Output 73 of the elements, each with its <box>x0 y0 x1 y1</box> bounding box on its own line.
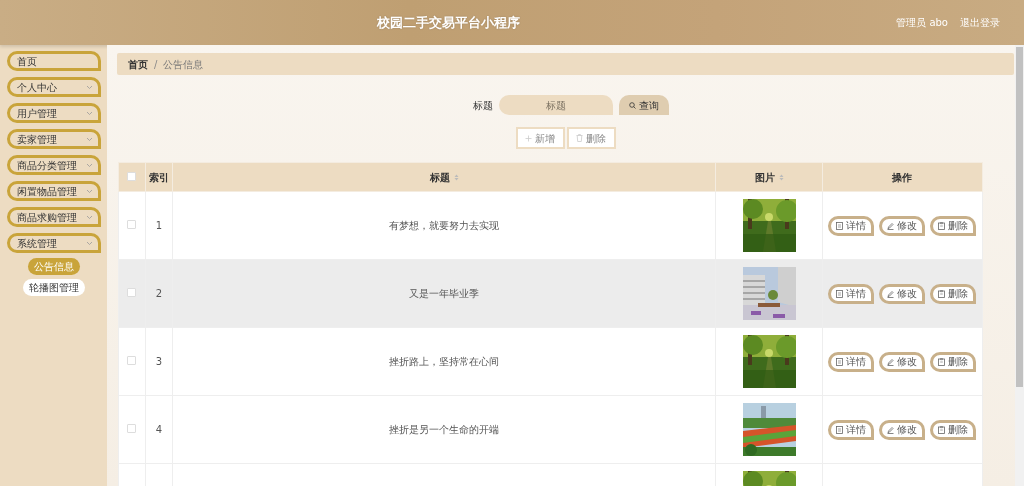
sidebar-item[interactable]: 首页 <box>7 51 101 71</box>
row-checkbox[interactable] <box>127 220 137 229</box>
document-icon <box>836 221 844 230</box>
pencil-icon <box>887 425 895 434</box>
document-icon <box>836 425 844 434</box>
detail-button[interactable]: 详情 <box>828 215 875 236</box>
chevron-icon <box>86 188 93 194</box>
index-cell: 3 <box>155 356 163 367</box>
document-icon <box>836 289 844 298</box>
chevron-icon <box>86 110 93 116</box>
select-all-checkbox[interactable] <box>127 171 137 181</box>
index-cell: 4 <box>155 424 163 435</box>
search-icon <box>628 101 636 109</box>
sidebar-item[interactable]: 卖家管理 <box>7 129 101 149</box>
sidebar-item[interactable]: 商品分类管理 <box>7 155 101 175</box>
search-field[interactable]: 标题 <box>498 95 613 115</box>
breadcrumb-item[interactable]: 首页 <box>128 56 148 72</box>
chevron-icon <box>86 214 93 220</box>
plus-icon <box>525 134 532 142</box>
title-cell: 挫折是另一个生命的开端 <box>389 424 499 435</box>
sort-icon <box>778 174 784 181</box>
sidebar-item[interactable]: 商品求购管理 <box>7 207 101 227</box>
column-header[interactable]: 标题 <box>429 171 450 183</box>
delete-button[interactable]: 删除 <box>930 419 977 440</box>
chevron-icon <box>86 84 93 90</box>
pencil-icon <box>887 357 895 366</box>
delete-button[interactable]: 删除 <box>930 283 977 304</box>
sidebar-item[interactable]: 闲置物品管理 <box>7 181 101 201</box>
index-cell: 1 <box>155 220 163 231</box>
sort-icon <box>453 174 459 181</box>
sidebar-item[interactable]: 个人中心 <box>7 77 101 97</box>
index-cell: 2 <box>155 288 163 299</box>
submenu-item[interactable]: 轮播图管理 <box>23 279 85 296</box>
edit-button[interactable]: 修改 <box>879 351 926 372</box>
row-checkbox[interactable] <box>127 424 137 433</box>
header-title: 校园二手交易平台小程序 <box>375 13 521 32</box>
clipboard-icon <box>938 425 946 434</box>
delete-button[interactable]: 删除 <box>930 215 977 236</box>
chevron-icon <box>86 240 93 246</box>
detail-button[interactable]: 详情 <box>828 419 875 440</box>
clipboard-icon <box>938 357 946 366</box>
edit-button[interactable]: 修改 <box>879 283 926 304</box>
pencil-icon <box>887 221 895 230</box>
clipboard-icon <box>938 221 946 230</box>
chevron-icon <box>86 136 93 142</box>
user-label: 管理员 abo <box>896 16 948 30</box>
column-header[interactable]: 图片 <box>754 171 775 183</box>
edit-button[interactable]: 修改 <box>879 215 926 236</box>
scrollbar[interactable] <box>1015 45 1024 486</box>
detail-button[interactable]: 详情 <box>828 283 875 304</box>
delete-button[interactable]: 删除 <box>566 127 616 149</box>
breadcrumb-item: 公告信息 <box>163 57 204 72</box>
add-button[interactable]: 新增 <box>515 127 565 149</box>
column-header: 操作 <box>892 171 913 183</box>
sidebar-item[interactable]: 系统管理 <box>7 233 101 253</box>
chevron-icon <box>86 162 93 168</box>
delete-button[interactable]: 删除 <box>930 351 977 372</box>
title-cell: 有梦想，就要努力去实现 <box>389 220 499 231</box>
clipboard-icon <box>938 289 946 298</box>
breadcrumb-separator: / <box>154 57 158 72</box>
search-button[interactable]: 查询 <box>618 95 669 115</box>
title-cell: 挫折路上，坚持常在心间 <box>389 356 499 367</box>
pencil-icon <box>887 289 895 298</box>
row-checkbox[interactable] <box>127 356 137 365</box>
row-checkbox[interactable] <box>127 288 137 297</box>
trash-icon <box>576 134 583 142</box>
title-cell: 又是一年毕业季 <box>409 288 479 299</box>
detail-button[interactable]: 详情 <box>828 351 875 372</box>
search-label: 标题 <box>472 98 493 113</box>
document-icon <box>836 357 844 366</box>
edit-button[interactable]: 修改 <box>879 419 926 440</box>
sidebar-item[interactable]: 用户管理 <box>7 103 101 123</box>
column-header: 索引 <box>148 171 169 183</box>
